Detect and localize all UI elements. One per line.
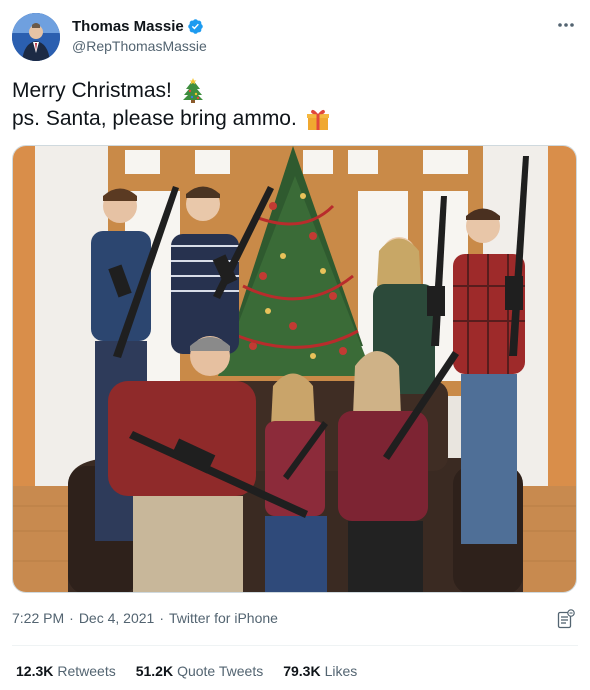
avatar-photo-icon [12, 13, 60, 61]
retweets-count: 12.3K [16, 663, 54, 679]
retweets-label: Retweets [57, 663, 116, 679]
quote-tweets-stat[interactable]: 51.2K Quote Tweets [136, 663, 264, 679]
meta-separator: · [159, 610, 164, 626]
quote-tweets-count: 51.2K [135, 663, 174, 679]
christmas-tree-emoji-icon [180, 78, 206, 104]
display-name-row: Thomas Massie [72, 16, 207, 36]
divider [12, 645, 578, 646]
tweet-text-request: ps. Santa, please bring ammo. [12, 107, 297, 130]
likes-stat[interactable]: 79.3K Likes [283, 663, 357, 679]
tweet-text: Merry Christmas! ps. Santa, please bring… [12, 77, 331, 133]
more-options-icon[interactable] [556, 17, 576, 33]
tweet-time[interactable]: 7:22 PM [12, 610, 64, 626]
tweet-card: Thomas Massie @RepThomasMassie Merry Chr… [0, 0, 590, 690]
author-info: Thomas Massie @RepThomasMassie [72, 16, 207, 55]
verified-badge-icon [187, 18, 204, 35]
tweet-meta: 7:22 PM · Dec 4, 2021 · Twitter for iPho… [12, 610, 278, 626]
family-christmas-photo-image [13, 146, 576, 592]
quote-tweets-label: Quote Tweets [177, 663, 264, 679]
wrapped-gift-emoji-icon [305, 106, 331, 132]
tweet-text-line-2: ps. Santa, please bring ammo. [12, 105, 331, 133]
tweet-stats: 12.3K Retweets 51.2K Quote Tweets 79.3K Lik… [16, 663, 357, 679]
handle[interactable]: @RepThomasMassie [72, 38, 207, 54]
likes-label: Likes [324, 663, 358, 679]
display-name[interactable]: Thomas Massie [72, 18, 184, 35]
analytics-icon[interactable] [557, 609, 575, 629]
tweet-date[interactable]: Dec 4, 2021 [79, 610, 155, 626]
likes-count: 79.3K [283, 663, 321, 679]
retweets-stat[interactable]: 12.3K Retweets [16, 663, 116, 679]
meta-separator: · [69, 610, 74, 626]
tweet-text-greeting: Merry Christmas! [12, 79, 172, 102]
tweet-source[interactable]: Twitter for iPhone [169, 610, 278, 626]
tweet-text-line-1: Merry Christmas! [12, 77, 331, 105]
avatar[interactable] [12, 13, 60, 61]
tweet-photo[interactable] [12, 145, 577, 593]
